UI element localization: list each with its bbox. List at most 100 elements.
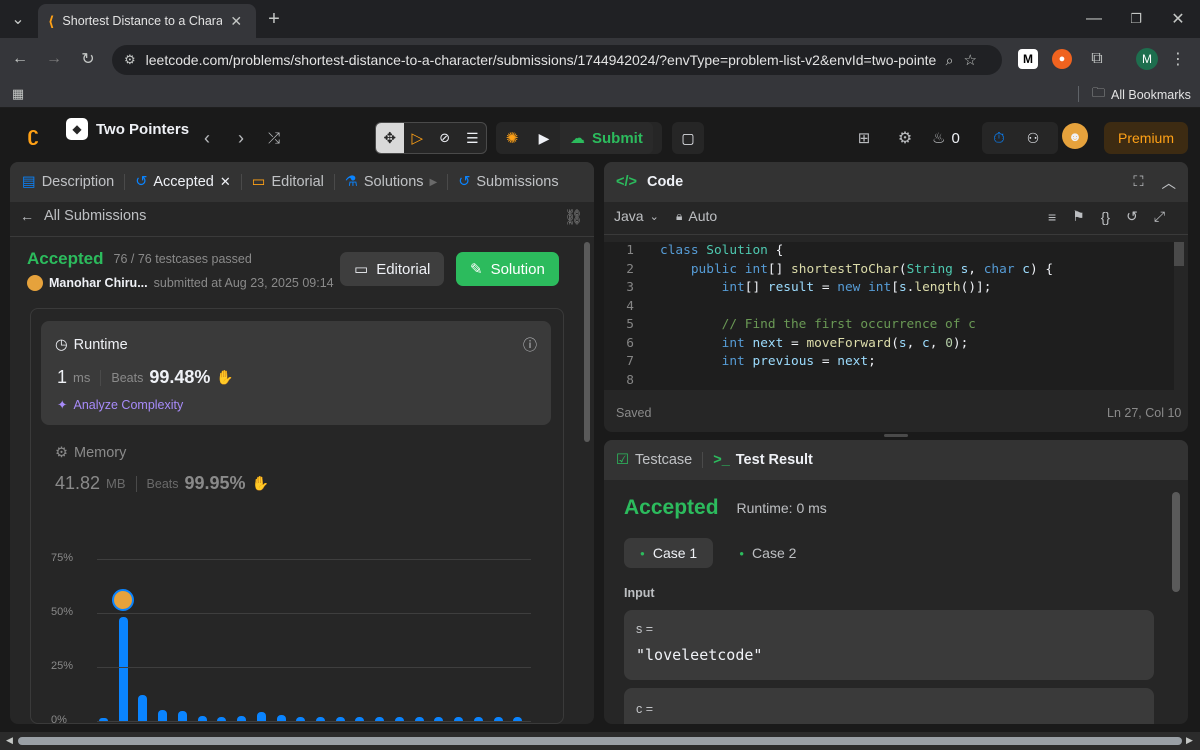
site-info-icon[interactable]: ⚙ <box>124 52 136 68</box>
resize-handle[interactable] <box>884 434 908 437</box>
user-avatar[interactable]: ☻ <box>1062 123 1088 149</box>
result-scrollbar[interactable] <box>1172 492 1180 592</box>
run-outline-icon[interactable]: ▷ <box>404 123 432 153</box>
browser-tab[interactable]: ⟨ Shortest Distance to a Characte ✕ <box>38 4 256 38</box>
distribution-bar[interactable] <box>256 712 266 721</box>
bookmark-icon[interactable]: ⚑ <box>1072 208 1085 225</box>
analyze-label: Analyze Complexity <box>73 397 184 412</box>
minimize-icon[interactable]: — <box>1082 7 1106 31</box>
reload-icon[interactable]: ↻ <box>76 47 100 71</box>
drag-move-icon[interactable]: ✥ <box>376 123 404 153</box>
hide-icon[interactable]: ⊘ <box>431 123 459 153</box>
flame-icon: ♨ <box>932 130 946 147</box>
code-line[interactable]: 3 int[] result = new int[s.length()]; <box>604 279 1174 298</box>
extension-icon[interactable]: ● <box>1052 49 1072 69</box>
language-select[interactable]: Java ⌄ <box>614 208 659 224</box>
code-line[interactable]: 6 int next = moveForward(s, c, 0); <box>604 335 1174 354</box>
medium-extension-icon[interactable]: M <box>1018 49 1038 69</box>
close-tab-icon[interactable]: ✕ <box>230 13 242 30</box>
memory-value-row: 41.82 MB Beats 99.95% ✋ <box>55 473 269 494</box>
case-1-tab[interactable]: ● Case 1 <box>624 538 714 568</box>
tab-submissions[interactable]: ↺ Submissions <box>458 174 558 190</box>
memory-card[interactable]: ⚙ Memory 41.82 MB Beats 99.95% ✋ <box>55 445 269 494</box>
braces-icon[interactable]: {} <box>1101 209 1110 225</box>
submit-button[interactable]: ☁ Submit <box>560 122 653 154</box>
distribution-bar[interactable] <box>158 710 168 721</box>
forward-icon[interactable]: → <box>42 47 66 71</box>
solution-button[interactable]: ✎ Solution <box>456 252 559 286</box>
left-scrollbar[interactable] <box>584 242 590 442</box>
auto-mode-toggle[interactable]: 🔒︎ Auto <box>676 208 717 224</box>
settings-sliders-icon[interactable]: ☰ <box>459 123 487 153</box>
distribution-bar[interactable] <box>138 695 148 721</box>
profile-avatar[interactable]: M <box>1136 48 1158 70</box>
premium-button[interactable]: Premium <box>1104 122 1189 154</box>
tab-description[interactable]: ▤ Description <box>22 174 114 190</box>
code-line[interactable]: 4 <box>604 298 1174 317</box>
editorial-button[interactable]: ▭ Editorial <box>340 252 445 286</box>
analyze-complexity-link[interactable]: ✦ Analyze Complexity <box>57 397 184 413</box>
bookmark-star-icon[interactable]: ☆ <box>964 51 977 69</box>
problem-list-button[interactable]: ◆ Two Pointers <box>66 118 189 140</box>
your-submission-avatar[interactable] <box>111 589 134 612</box>
close-tab-icon[interactable]: ✕ <box>220 174 231 190</box>
expand-icon[interactable]: ⤢ <box>1154 208 1165 225</box>
back-icon[interactable]: ← <box>8 47 32 71</box>
input-s-value[interactable]: "loveleetcode" <box>636 646 762 664</box>
tab-editorial[interactable]: ▭ Editorial <box>252 174 324 190</box>
zoom-icon[interactable]: ⌕ <box>946 52 954 69</box>
scroll-left-icon[interactable]: ◀ <box>6 735 13 746</box>
timer-icon[interactable]: ⏱ <box>982 122 1016 154</box>
layout-grid-icon[interactable]: ⊞ <box>852 122 876 154</box>
apps-grid-icon[interactable]: ▦ <box>6 82 30 106</box>
code-line[interactable]: 5 // Find the first occurrence of c <box>604 316 1174 335</box>
page-scrollbar-thumb[interactable] <box>18 737 1182 745</box>
tab-solutions[interactable]: ⚗ Solutions ▶ <box>345 174 437 190</box>
notes-icon[interactable]: ▢ <box>672 122 704 154</box>
code-line[interactable]: 7 int previous = next; <box>604 353 1174 372</box>
streak-counter[interactable]: ♨ 0 <box>932 122 960 154</box>
code-editor[interactable]: 1 class Solution {2 public int[] shortest… <box>604 242 1174 390</box>
submitter-name[interactable]: Manohar Chiru... <box>49 276 148 290</box>
tab-accepted[interactable]: ↺ Accepted ✕ <box>135 174 231 190</box>
case-tabs: ● Case 1 ● Case 2 <box>624 538 812 568</box>
new-tab-icon[interactable]: + <box>262 7 286 31</box>
case-2-tab[interactable]: ● Case 2 <box>723 538 812 568</box>
info-icon[interactable]: ⓘ <box>523 335 537 355</box>
leetcode-logo-icon[interactable]: ʗ <box>22 124 44 146</box>
editor-scrollbar[interactable] <box>1174 242 1184 266</box>
code-line[interactable]: 1 class Solution { <box>604 242 1174 261</box>
random-problem-icon[interactable]: ⤮ <box>262 122 286 154</box>
restore-icon[interactable]: ❐ <box>1124 7 1148 31</box>
collapse-icon[interactable]: ︿ <box>1162 172 1177 193</box>
next-problem-icon[interactable]: › <box>230 122 252 154</box>
submitter-avatar[interactable] <box>27 275 43 291</box>
close-window-icon[interactable]: ✕ <box>1166 7 1190 31</box>
distribution-bar[interactable] <box>118 617 128 721</box>
scroll-right-icon[interactable]: ▶ <box>1186 735 1193 746</box>
extensions-puzzle-icon[interactable]: ⧉ <box>1085 47 1109 71</box>
distribution-bar[interactable] <box>177 711 187 721</box>
chrome-menu-icon[interactable]: ⋮ <box>1166 47 1190 71</box>
code-line[interactable]: 8 <box>604 372 1174 391</box>
tab-testcase[interactable]: ☑ Testcase <box>616 452 692 468</box>
all-submissions-link[interactable]: ← All Submissions <box>20 208 146 224</box>
url-text[interactable]: leetcode.com/problems/shortest-distance-… <box>146 52 936 68</box>
add-user-icon[interactable]: ⚇ <box>1016 122 1050 154</box>
code-line[interactable]: 2 public int[] shortestToChar(String s, … <box>604 261 1174 280</box>
submitted-at: submitted at Aug 23, 2025 09:14 <box>153 276 334 290</box>
all-bookmarks-button[interactable]: 🗀 All Bookmarks <box>1092 84 1191 106</box>
format-icon[interactable]: ≡ <box>1048 209 1056 225</box>
debug-icon[interactable]: ✺ <box>496 122 528 154</box>
settings-gear-icon[interactable]: ⚙ <box>893 122 917 154</box>
run-button[interactable]: ▶ <box>528 122 560 154</box>
tab-test-result[interactable]: >_ Test Result <box>713 452 813 468</box>
prev-problem-icon[interactable]: ‹ <box>196 122 218 154</box>
runtime-card[interactable]: ◷ Runtime ⓘ 1 ms Beats 99.48% ✋ ✦ Analyz… <box>41 321 551 425</box>
divider <box>604 234 1188 235</box>
maximize-icon[interactable]: ⛶ <box>1133 174 1143 190</box>
share-link-icon[interactable]: ⛓ <box>564 208 583 226</box>
tab-search-icon[interactable]: ⌄ <box>6 7 30 31</box>
omnibox[interactable]: ⚙ leetcode.com/problems/shortest-distanc… <box>112 45 1002 75</box>
reset-icon[interactable]: ↺ <box>1126 208 1138 225</box>
